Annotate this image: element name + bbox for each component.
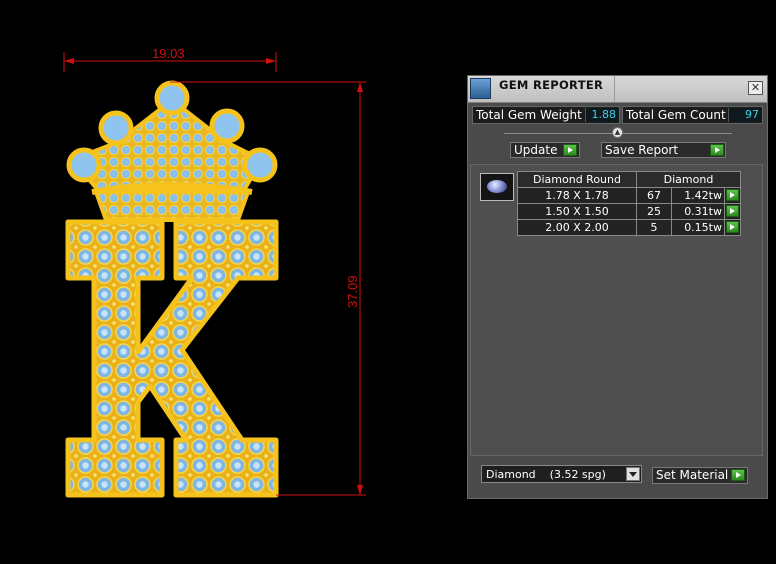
header-shape: Diamond Round: [517, 171, 637, 188]
save-report-button-label: Save Report: [605, 143, 679, 157]
row-count: 67: [636, 187, 672, 204]
gem-table: Diamond Round Diamond 1.78 X 1.78 67 1.4…: [517, 171, 741, 236]
play-icon: [726, 205, 739, 217]
row-select-button[interactable]: [724, 187, 741, 204]
total-gem-count-label: Total Gem Count: [626, 108, 726, 122]
save-report-button[interactable]: Save Report: [601, 142, 726, 158]
splitter-handle[interactable]: ▲: [612, 127, 623, 138]
diamond-round-icon[interactable]: [480, 173, 514, 201]
height-dimension-label: 37.09: [345, 275, 360, 308]
row-size: 1.50 X 1.50: [517, 203, 637, 220]
header-material: Diamond: [636, 171, 741, 188]
table-row: 1.78 X 1.78 67 1.42tw: [517, 187, 741, 204]
panel-title: GEM REPORTER: [499, 78, 604, 92]
row-weight: 1.42tw: [671, 187, 725, 204]
row-select-button[interactable]: [724, 219, 741, 236]
gem-list-area: Diamond Round Diamond 1.78 X 1.78 67 1.4…: [470, 164, 763, 456]
update-button[interactable]: Update: [510, 142, 580, 158]
row-select-button[interactable]: [724, 203, 741, 220]
total-gem-weight-label: Total Gem Weight: [476, 108, 582, 122]
set-material-button-label: Set Material: [656, 468, 729, 482]
total-gem-count: Total Gem Count 97: [622, 106, 763, 124]
gem-reporter-icon: [470, 78, 491, 99]
total-gem-count-value: 97: [728, 108, 762, 122]
set-material-button[interactable]: Set Material: [652, 467, 748, 484]
total-gem-weight: Total Gem Weight 1.88: [472, 106, 620, 124]
play-icon: [710, 144, 724, 156]
gem-table-header: Diamond Round Diamond: [517, 171, 741, 188]
row-count: 5: [636, 219, 672, 236]
gem-reporter-panel: GEM REPORTER ✕ Total Gem Weight 1.88 Tot…: [467, 75, 768, 499]
cad-viewport: 19.03 37.09: [63, 46, 366, 498]
material-select-value: Diamond (3.52 spg): [486, 468, 606, 481]
table-row: 1.50 X 1.50 25 0.31tw: [517, 203, 741, 220]
total-gem-weight-value: 1.88: [585, 108, 619, 122]
table-row: 2.00 X 2.00 5 0.15tw: [517, 219, 741, 236]
play-icon: [731, 469, 745, 481]
panel-titlebar[interactable]: GEM REPORTER ✕: [468, 76, 767, 103]
row-size: 2.00 X 2.00: [517, 219, 637, 236]
chevron-down-icon[interactable]: [626, 467, 640, 481]
update-button-label: Update: [514, 143, 558, 157]
width-dimension-label: 19.03: [152, 46, 185, 61]
play-icon: [726, 189, 739, 201]
row-size: 1.78 X 1.78: [517, 187, 637, 204]
row-count: 25: [636, 203, 672, 220]
row-weight: 0.31tw: [671, 203, 725, 220]
titlebar-divider: [614, 76, 615, 102]
material-select[interactable]: Diamond (3.52 spg): [481, 465, 642, 483]
play-icon: [563, 144, 577, 156]
row-weight: 0.15tw: [671, 219, 725, 236]
play-icon: [726, 221, 739, 233]
letter-k-shape: [65, 219, 279, 498]
crown-shape: [66, 80, 278, 222]
close-icon[interactable]: ✕: [748, 81, 763, 95]
